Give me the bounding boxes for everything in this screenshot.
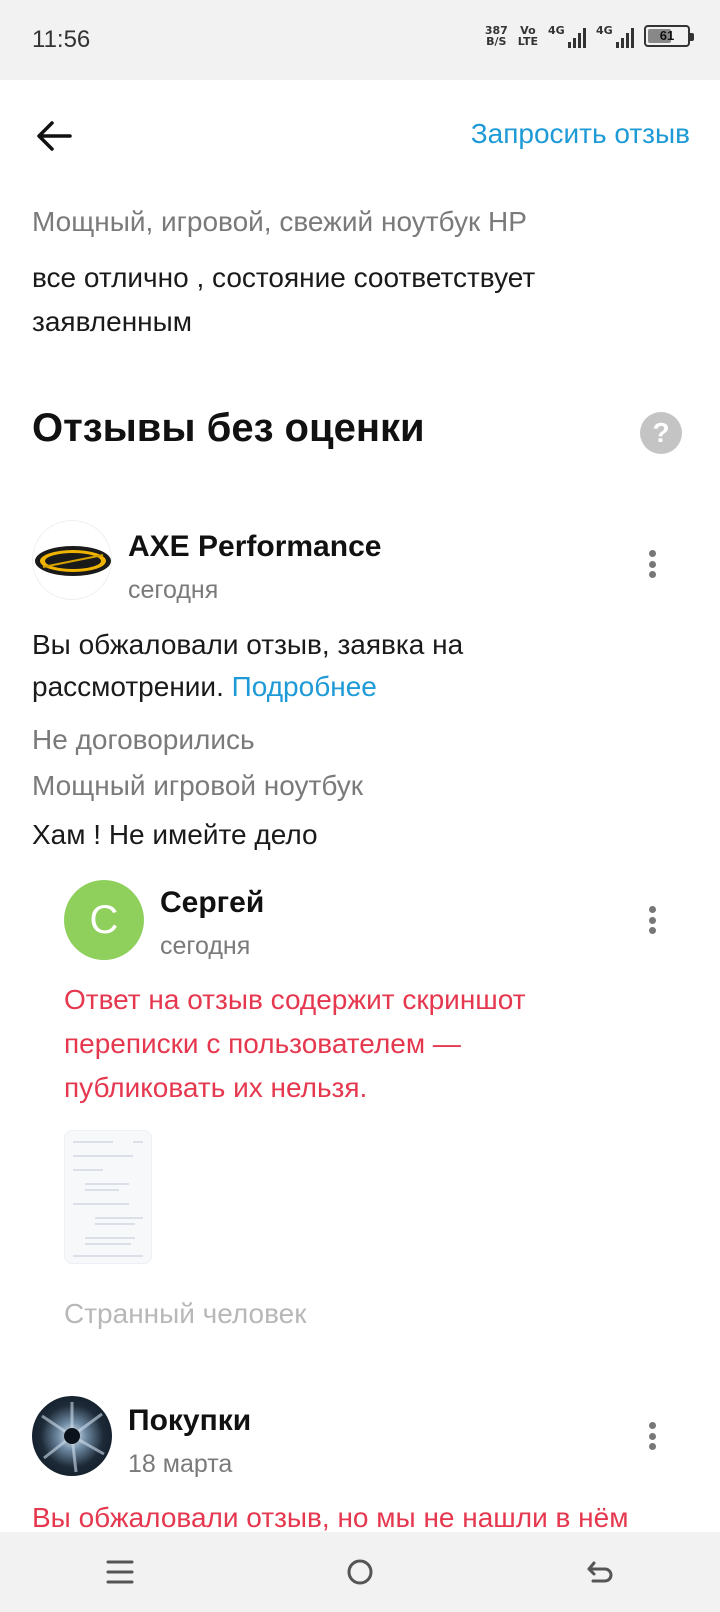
previous-review-text: все отлично , состояние соответствует за… (32, 262, 536, 337)
volte-indicator: Vo LTE (517, 24, 538, 48)
status-bar: 11:56 387 B/S Vo LTE 4G 4G 61 (0, 0, 720, 80)
more-options-button[interactable] (640, 1416, 664, 1456)
deal-status: Не договорились (32, 724, 255, 755)
chip-logo-icon (35, 546, 111, 576)
details-link[interactable]: Подробнее (232, 671, 377, 702)
status-time: 11:56 (32, 26, 91, 53)
menu-icon (106, 1560, 134, 1584)
more-options-button[interactable] (640, 900, 664, 940)
appeal-notice: Вы обжаловали отзыв, заявка на рассмотре… (32, 629, 464, 702)
battery-icon: 61 (644, 25, 694, 47)
review-date: сегодня (128, 576, 219, 604)
signal-sim1-icon: 4G (548, 24, 586, 48)
review-item: Мощный игровой ноутбук (32, 770, 364, 801)
back-button[interactable] (34, 116, 74, 156)
more-vertical-icon (648, 550, 656, 557)
review-author[interactable]: AXE Performance (128, 530, 381, 564)
previous-review-title: Мощный, игровой, свежий ноутбук HP (32, 206, 527, 237)
back-arrow-icon (37, 121, 72, 151)
review-author[interactable]: Покупки (128, 1404, 251, 1438)
app-header: Запросить отзыв (0, 80, 720, 190)
avatar[interactable] (32, 1396, 112, 1476)
status-icons: 387 B/S Vo LTE 4G 4G 61 (484, 24, 694, 48)
avatar[interactable]: С (64, 880, 144, 960)
signal-sim2-icon: 4G (596, 24, 634, 48)
help-icon[interactable]: ? (640, 412, 682, 454)
nav-back-button[interactable] (570, 1542, 630, 1602)
home-circle-icon (347, 1559, 373, 1585)
more-options-button[interactable] (640, 544, 664, 584)
abstract-avatar-icon (41, 1402, 105, 1473)
review-text: Хам ! Не имейте дело (32, 819, 318, 850)
nav-menu-button[interactable] (90, 1542, 150, 1602)
reply-date: сегодня (160, 932, 251, 960)
system-navigation-bar (0, 1532, 720, 1612)
moderation-notice: Ответ на отзыв содержит скриншот перепис… (64, 984, 526, 1103)
reply-text: Странный человек (64, 1298, 307, 1329)
request-review-link[interactable]: Запросить отзыв (471, 118, 690, 150)
review-date: 18 марта (128, 1450, 233, 1478)
chat-screenshot-thumbnail[interactable] (64, 1130, 152, 1264)
network-speed: 387 B/S (484, 24, 508, 48)
reply-author[interactable]: Сергей (160, 886, 264, 920)
nav-home-button[interactable] (330, 1542, 390, 1602)
more-vertical-icon (648, 906, 656, 913)
avatar[interactable] (32, 520, 112, 600)
section-title: Отзывы без оценки (32, 406, 425, 450)
more-vertical-icon (648, 1422, 656, 1429)
back-icon (587, 1561, 613, 1583)
